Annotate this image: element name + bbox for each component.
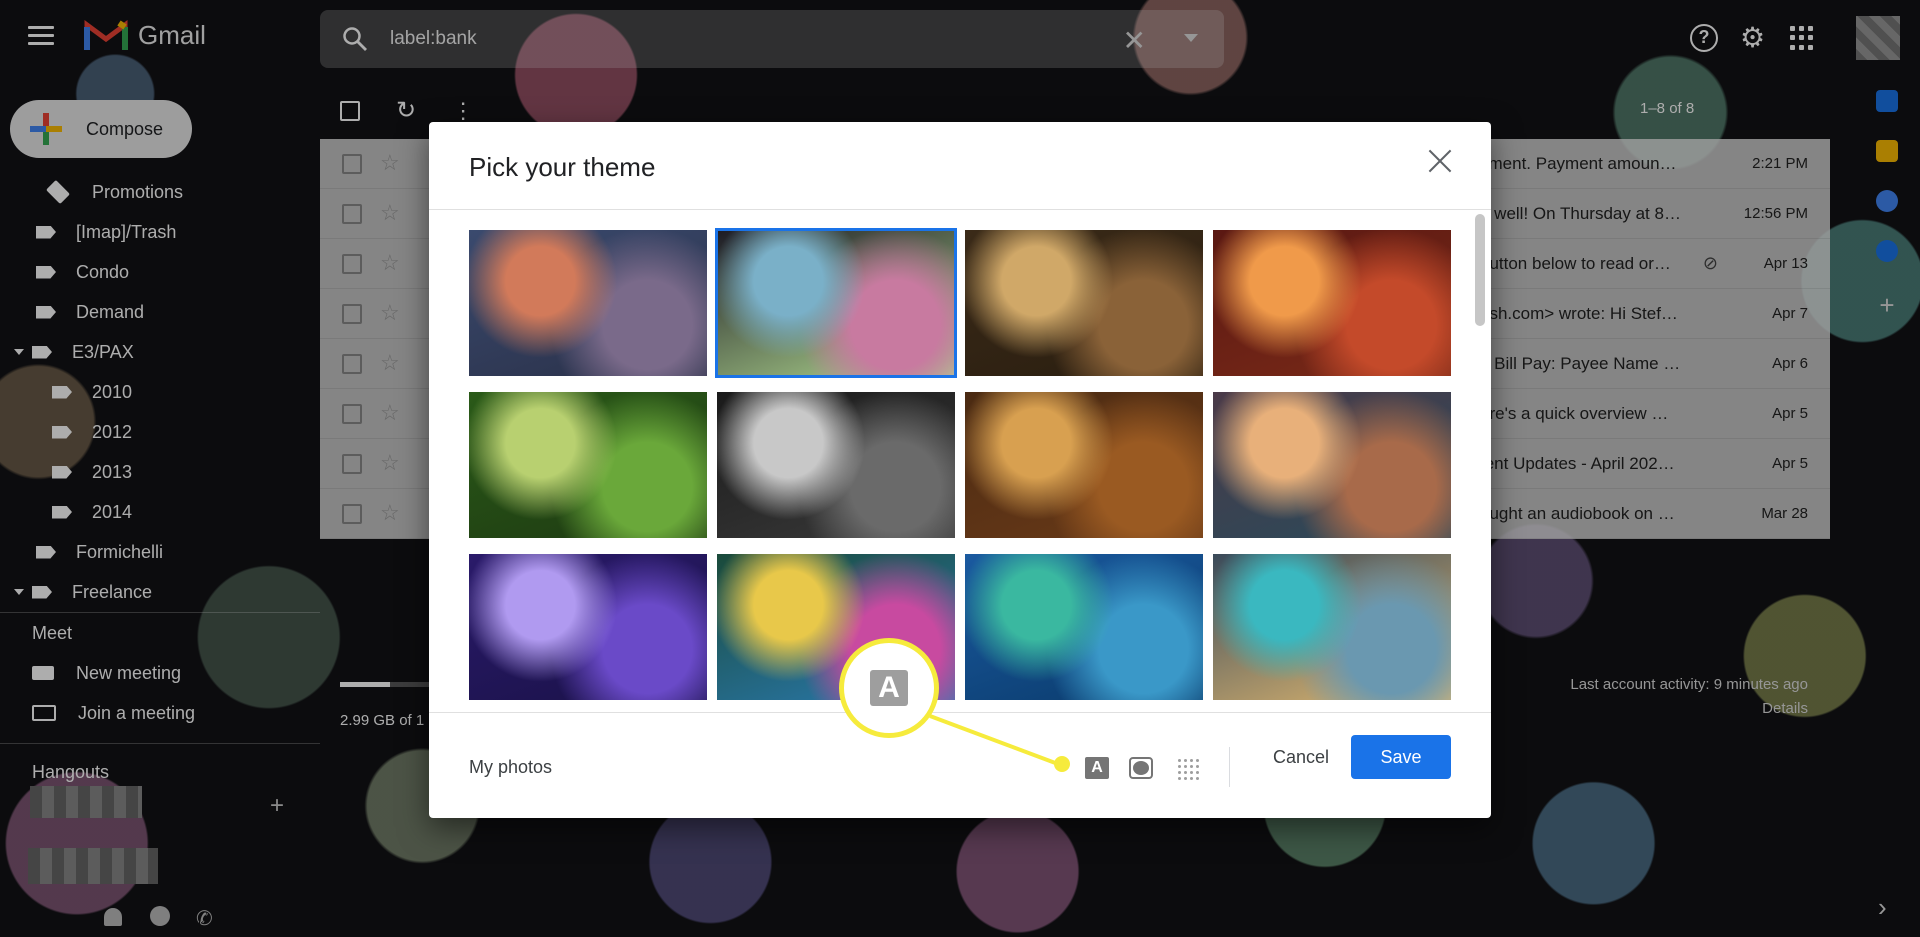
theme-metal-tubes[interactable] <box>717 392 955 538</box>
callout-magnifier: A <box>839 638 939 738</box>
divider <box>1229 747 1230 787</box>
theme-grid <box>469 222 1459 708</box>
theme-river-canyon[interactable] <box>1213 392 1451 538</box>
theme-caterpillar[interactable] <box>469 392 707 538</box>
cancel-button[interactable]: Cancel <box>1253 735 1349 779</box>
save-button[interactable]: Save <box>1351 735 1451 779</box>
dialog-footer: My photos A Cancel Save <box>429 712 1491 818</box>
text-background-icon[interactable]: A <box>1085 757 1109 779</box>
blur-icon[interactable] <box>1176 757 1200 780</box>
theme-chess-pieces[interactable] <box>965 230 1203 376</box>
theme-jellyfish[interactable] <box>469 554 707 700</box>
vignette-icon[interactable] <box>1129 757 1153 779</box>
text-background-icon-enlarged: A <box>870 670 908 706</box>
close-icon[interactable] <box>1425 146 1455 176</box>
theme-beach[interactable] <box>1213 554 1451 700</box>
theme-autumn-leaves[interactable] <box>965 392 1203 538</box>
my-photos-link[interactable]: My photos <box>469 757 552 778</box>
theme-bokeh-lights[interactable] <box>715 228 957 378</box>
scrollbar[interactable] <box>1475 214 1485 326</box>
theme-red-canyon[interactable] <box>1213 230 1451 376</box>
dialog-header: Pick your theme <box>429 122 1491 210</box>
theme-stormy-sunset[interactable] <box>469 230 707 376</box>
theme-dialog: Pick your theme My photos A Cancel Save <box>429 122 1491 818</box>
dialog-title: Pick your theme <box>469 152 656 182</box>
theme-lake-shore[interactable] <box>965 554 1203 700</box>
